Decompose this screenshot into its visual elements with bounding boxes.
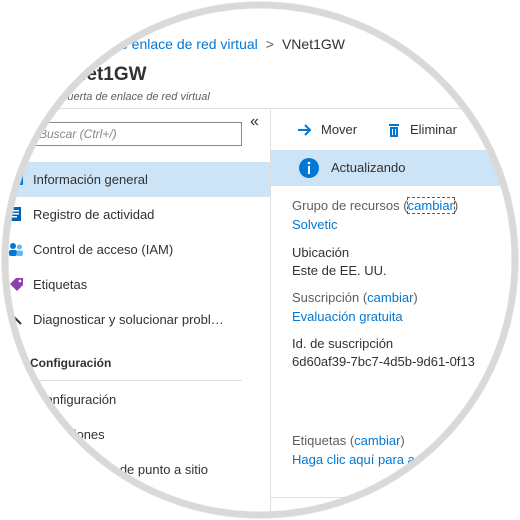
tags-label: Etiquetas: [292, 433, 347, 448]
status-banner-text: Actualizando: [331, 160, 406, 175]
activity-log-icon: [10, 207, 21, 221]
resource-subtitle: Puerta de enlace de red virtual: [60, 91, 210, 103]
sidebar-item-point-to-site[interactable]: Configuración de punto a sitio: [0, 452, 270, 487]
azure-portal-frame: e enlace de red virtual > VNet1GW VNet1GW …: [0, 0, 520, 520]
sidebar-nav: Información general Registro de activida…: [0, 162, 270, 337]
sidebar-item-label: Registro de actividad: [33, 207, 155, 222]
sidebar-item-label: Diagnosticar y solucionar probl…: [33, 312, 224, 327]
content-divider: [271, 497, 520, 498]
sidebar-item-label: Control de acceso (IAM): [33, 242, 174, 257]
paren-close: ): [413, 290, 418, 305]
location-value: Este de EE. UU.: [292, 263, 387, 278]
sidebar-item-overview[interactable]: Información general: [0, 162, 270, 197]
sidebar-item-label: Etiquetas: [33, 277, 88, 292]
tags-add-link[interactable]: Haga clic aquí para agregar: [292, 452, 452, 467]
wrench-icon: [10, 313, 22, 325]
sidebar-section-divider: [30, 380, 242, 381]
location-label: Ubicación: [292, 245, 350, 260]
resource-group-label: Grupo de recursos: [292, 198, 400, 213]
subscription-change-link[interactable]: cambiar: [367, 290, 413, 305]
sidebar-item-connections[interactable]: Conexiones: [0, 417, 270, 452]
subscription-id-value: 6d60af39-7bc7-4d5b-9d61-0f13: [292, 354, 475, 369]
arrow-right-icon: [298, 124, 312, 136]
tag-icon: [10, 278, 23, 291]
breadcrumb: e enlace de red virtual > VNet1GW: [120, 36, 345, 52]
breadcrumb-separator: >: [265, 36, 274, 52]
breadcrumb-parent-link[interactable]: e enlace de red virtual: [120, 36, 258, 52]
subscription-label-row: Suscripción (cambiar): [292, 290, 418, 305]
subscription-id-label: Id. de suscripción: [292, 336, 394, 351]
header-divider: [0, 108, 520, 109]
sidebar-item-activity-log[interactable]: Registro de actividad: [0, 197, 270, 232]
resource-group-change-link[interactable]: cambiar: [406, 197, 455, 214]
gateway-icon: [9, 173, 23, 185]
sidebar-item-configuration[interactable]: Configuración: [0, 382, 270, 417]
delete-button-label: Eliminar: [410, 122, 457, 137]
subscription-label: Suscripción: [292, 290, 360, 305]
collapse-sidebar-icon[interactable]: «: [250, 113, 259, 131]
info-icon: [299, 158, 319, 178]
breadcrumb-current: VNet1GW: [281, 36, 345, 52]
resource-title: VNet1GW: [60, 64, 147, 85]
sidebar-nav-settings: Configuración Conexiones Configuración d…: [0, 382, 270, 487]
iam-icon: [9, 243, 23, 256]
trash-icon: [389, 124, 399, 137]
search-input[interactable]: Buscar (Ctrl+/): [30, 122, 242, 146]
status-banner: Actualizando: [271, 150, 520, 186]
delete-button[interactable]: Eliminar: [386, 120, 466, 140]
resource-group-value-link[interactable]: Solvetic: [292, 217, 338, 232]
move-button-label: Mover: [321, 122, 358, 137]
sidebar-item-label: Configuración: [36, 392, 117, 407]
sidebar-section-title: Configuración: [30, 356, 112, 370]
sidebar-item-label: Información general: [33, 172, 148, 187]
paren-open: (: [403, 198, 408, 213]
sidebar-item-label: Conexiones: [36, 427, 105, 442]
paren-close: ): [453, 198, 459, 213]
sidebar-item-label: Configuración de punto a sitio: [36, 462, 209, 477]
resource-group-label-row: Grupo de recursos (cambiar): [292, 197, 459, 214]
sidebar-item-diagnose[interactable]: Diagnosticar y solucionar probl…: [0, 302, 270, 337]
move-button[interactable]: Mover: [297, 120, 367, 140]
subscription-value-link[interactable]: Evaluación gratuita: [292, 309, 403, 324]
tags-label-row: Etiquetas (cambiar): [292, 433, 405, 448]
tags-change-link[interactable]: cambiar: [354, 433, 400, 448]
paren-close: ): [400, 433, 405, 448]
sidebar-item-tags[interactable]: Etiquetas: [0, 267, 270, 302]
sidebar-item-iam[interactable]: Control de acceso (IAM): [0, 232, 270, 267]
